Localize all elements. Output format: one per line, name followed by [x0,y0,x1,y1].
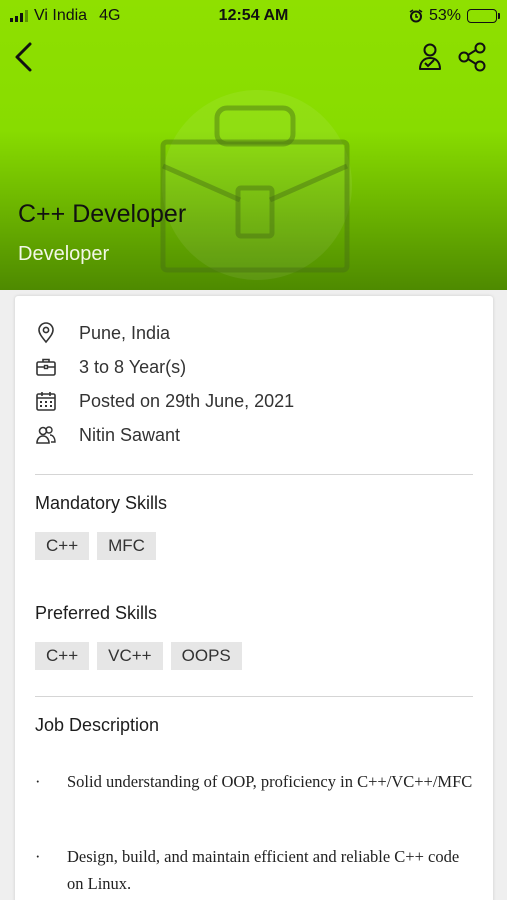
skill-chip: C++ [35,532,90,560]
battery-percent: 53% [428,7,461,24]
location-pin-icon [38,322,54,344]
job-header: Vi India 4G 12:54 AM 53% C++ Developer D… [0,0,507,290]
briefcase-icon [160,105,350,273]
description-text: Design, build, and maintain efficient an… [67,847,460,893]
posted-row: Posted on 29th June, 2021 [35,390,294,412]
experience-text: 3 to 8 Year(s) [79,356,187,377]
skill-chip: VC++ [97,642,163,670]
recruiter-row: Nitin Sawant [35,424,180,446]
description-text: Solid understanding of OOP, proficiency … [67,772,473,791]
alarm-icon [409,9,423,23]
skill-chip: C++ [35,642,90,670]
divider [35,474,473,475]
job-description-title: Job Description [35,715,160,735]
description-item: · Design, build, and maintain efficient … [35,843,475,897]
users-icon [36,426,56,444]
job-details-card: Pune, India 3 to 8 Year(s) Posted on 29t… [15,296,493,900]
battery-icon [467,9,500,23]
briefcase-small-icon [36,358,56,376]
share-icon[interactable] [456,40,490,74]
preferred-skills-list: C++ VC++ OOPS [35,642,242,670]
posted-date-text: Posted on 29th June, 2021 [79,390,295,411]
bullet: · [35,772,41,791]
status-bar: Vi India 4G 12:54 AM 53% [0,0,507,32]
referral-icon[interactable] [414,40,448,74]
mandatory-skills-list: C++ MFC [35,532,156,560]
location-text: Pune, India [79,322,171,343]
skill-chip: MFC [97,532,156,560]
skill-chip: OOPS [170,642,242,670]
location-row: Pune, India [35,322,170,344]
bullet: · [35,847,41,866]
preferred-skills-title: Preferred Skills [35,603,158,623]
job-role: Developer [18,243,110,265]
job-title: C++ Developer [18,200,187,228]
experience-row: 3 to 8 Year(s) [35,356,186,378]
recruiter-name: Nitin Sawant [79,424,181,445]
calendar-icon [36,392,56,411]
back-icon[interactable] [10,40,38,74]
divider [35,696,473,697]
mandatory-skills-title: Mandatory Skills [35,493,168,513]
description-item: · Solid understanding of OOP, proficienc… [35,768,475,795]
